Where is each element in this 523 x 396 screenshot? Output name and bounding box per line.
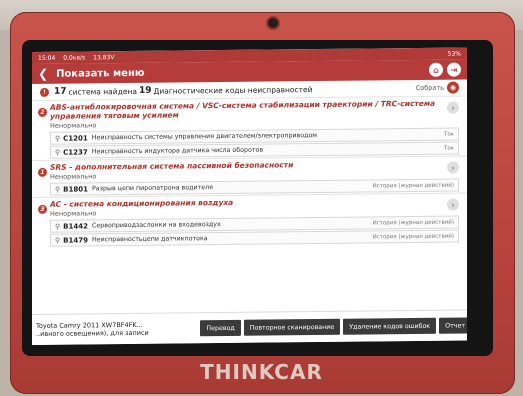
status-net: 0,0кв/s: [63, 53, 86, 62]
dtc-description: Сервоприводзаслонки на входевоздух: [91, 221, 221, 230]
status-time: 15:04: [38, 54, 56, 62]
status-voltage: 13,83V: [93, 53, 115, 61]
camera-icon[interactable]: ◉: [447, 81, 459, 94]
vehicle-line-2: ..ивного освещения), для записи: [36, 328, 149, 338]
dtc-code: C1201: [63, 133, 88, 143]
rescan-button[interactable]: Повторное сканирование: [243, 318, 341, 336]
dtc-tag: История (журнал действий): [372, 219, 454, 226]
system-block[interactable]: 2 ABS-антиблокировочная система / VSC-си…: [32, 95, 467, 159]
dtc-tag: История (журнал действий): [372, 233, 454, 240]
search-icon: ⚲: [55, 185, 61, 194]
back-arrow-icon[interactable]: ❮: [38, 67, 48, 81]
device-camera: [268, 18, 278, 28]
chevron-right-icon[interactable]: ›: [447, 198, 459, 211]
system-block[interactable]: 3 AC - система кондиционирования воздуха…: [32, 192, 467, 247]
translate-button[interactable]: Перевод: [200, 319, 241, 337]
system-index-badge: 2: [38, 107, 47, 117]
alert-icon: !: [40, 87, 49, 97]
status-battery: 53%: [447, 50, 461, 58]
report-button[interactable]: Отчет: [439, 317, 467, 334]
systems-text: система найдена: [68, 86, 137, 97]
search-icon: ⚲: [55, 236, 61, 245]
dtc-description: Неисправностьцепи датчикпотока: [91, 235, 208, 244]
clear-codes-button[interactable]: Удаление кодов ошибок: [343, 317, 437, 335]
brand-logo: THINKCAR: [200, 360, 323, 384]
system-index-badge: 1: [38, 167, 47, 177]
dtc-code: B1442: [63, 221, 88, 231]
dtc-code: B1479: [63, 235, 88, 245]
systems-count: 17: [54, 86, 67, 97]
dtc-tag: Ток: [443, 131, 454, 138]
dtc-description: Разрыв цепи пиропатрона водителя: [91, 184, 213, 193]
home-icon[interactable]: ⌂: [429, 62, 443, 77]
dtc-tag: История (журнал действий): [372, 182, 454, 189]
exit-icon[interactable]: ⇥: [447, 62, 461, 77]
codes-count: 19: [138, 85, 152, 96]
dtc-code: C1237: [63, 147, 88, 157]
chevron-right-icon[interactable]: ›: [447, 101, 459, 114]
screen: 15:04 0,0кв/s 13,83V 53% ❮ Показать меню…: [32, 47, 467, 346]
system-block[interactable]: 1 SRS - дополнительная система пассивной…: [32, 155, 467, 196]
system-title-text: AC - система кондиционирования воздуха: [50, 197, 234, 209]
dtc-tag: Ток: [443, 145, 454, 152]
dtc-description: Неисправность системы управления двигате…: [91, 132, 318, 142]
collapse-button[interactable]: Собрать ◉: [415, 81, 459, 94]
collapse-label: Собрать: [415, 83, 444, 92]
dtc-code: B1801: [63, 184, 88, 194]
codes-text: Диагностические коды неисправностей: [153, 84, 313, 96]
system-index-badge: 3: [38, 204, 47, 214]
search-icon: ⚲: [55, 134, 61, 143]
bottom-toolbar: Toyota Camry 2011 XW7BF4FK... ..ивного о…: [32, 309, 467, 345]
dtc-description: Неисправность индуктора датчика числа об…: [91, 146, 264, 156]
page-title: Показать меню: [56, 67, 145, 80]
search-icon: ⚲: [55, 222, 61, 231]
search-icon: ⚲: [55, 148, 61, 157]
chevron-right-icon[interactable]: ›: [447, 161, 459, 174]
vehicle-info: Toyota Camry 2011 XW7BF4FK... ..ивного о…: [36, 320, 197, 338]
